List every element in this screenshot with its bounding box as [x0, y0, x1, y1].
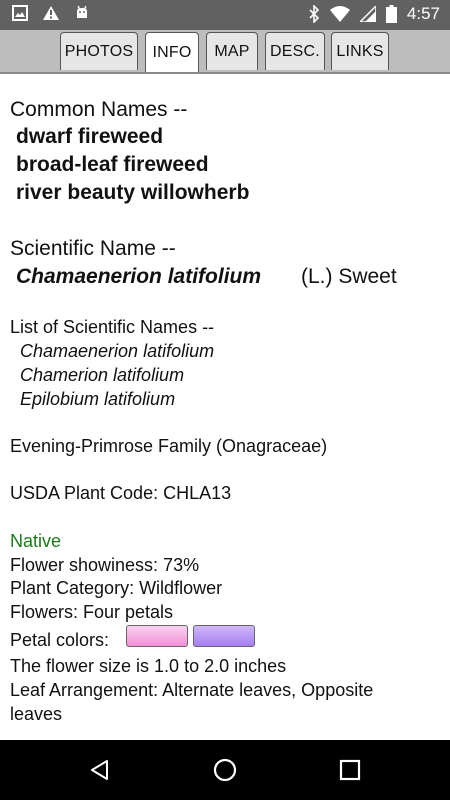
leaf-arrangement-cont: leaves — [10, 704, 63, 724]
petal-color-swatch-violet — [193, 625, 255, 647]
flower-showiness: Flower showiness: 73% — [10, 555, 200, 575]
common-name: river beauty willowherb — [16, 181, 250, 204]
common-names-heading: Common Names -- — [10, 98, 188, 121]
scientific-list-heading: List of Scientific Names -- — [10, 317, 215, 337]
recents-icon[interactable] — [335, 755, 365, 785]
tab-bar: PHOTOS INFO MAP DESC. LINKS — [0, 30, 450, 74]
flowers: Flowers: Four petals — [10, 602, 174, 622]
tab-map[interactable]: MAP — [206, 32, 258, 70]
info-content: Common Names -- dwarf fireweed broad-lea… — [0, 74, 450, 740]
home-icon[interactable] — [210, 755, 240, 785]
nav-bar — [0, 740, 450, 800]
scientific-author: (L.) Sweet — [301, 265, 397, 288]
scientific-name: Chamaenerion latifolium — [16, 265, 262, 288]
usda-code: USDA Plant Code: CHLA13 — [10, 483, 232, 503]
back-icon[interactable] — [85, 755, 115, 785]
tab-info[interactable]: INFO — [145, 32, 199, 72]
scientific-list-item: Chamaenerion latifolium — [20, 341, 215, 361]
flower-size: The flower size is 1.0 to 2.0 inches — [10, 656, 287, 676]
family: Evening-Primrose Family (Onagraceae) — [10, 436, 328, 456]
scientific-list-item: Epilobium latifolium — [20, 389, 176, 409]
tab-desc[interactable]: DESC. — [265, 32, 325, 70]
tab-photos[interactable]: PHOTOS — [60, 32, 138, 70]
wifi-icon — [329, 6, 350, 22]
warning-icon — [43, 6, 59, 20]
battery-icon — [385, 5, 397, 23]
petal-color-swatch-pink — [126, 625, 188, 647]
status-time: 4:57 — [406, 4, 440, 23]
bluetooth-icon — [309, 5, 320, 23]
image-icon — [12, 5, 28, 21]
leaf-arrangement: Leaf Arrangement: Alternate leaves, Oppo… — [10, 680, 374, 700]
android-icon — [77, 5, 87, 18]
status-bar: 4:57 — [0, 0, 450, 30]
common-name: broad-leaf fireweed — [16, 153, 209, 176]
plant-category: Plant Category: Wildflower — [10, 578, 223, 598]
cell-signal-icon — [359, 6, 376, 22]
petal-colors-label: Petal colors: — [10, 630, 110, 650]
scientific-name-heading: Scientific Name -- — [10, 237, 176, 260]
tab-links[interactable]: LINKS — [331, 32, 389, 70]
native-status: Native — [10, 531, 62, 551]
scientific-list-item: Chamerion latifolium — [20, 365, 185, 385]
common-name: dwarf fireweed — [16, 125, 164, 148]
